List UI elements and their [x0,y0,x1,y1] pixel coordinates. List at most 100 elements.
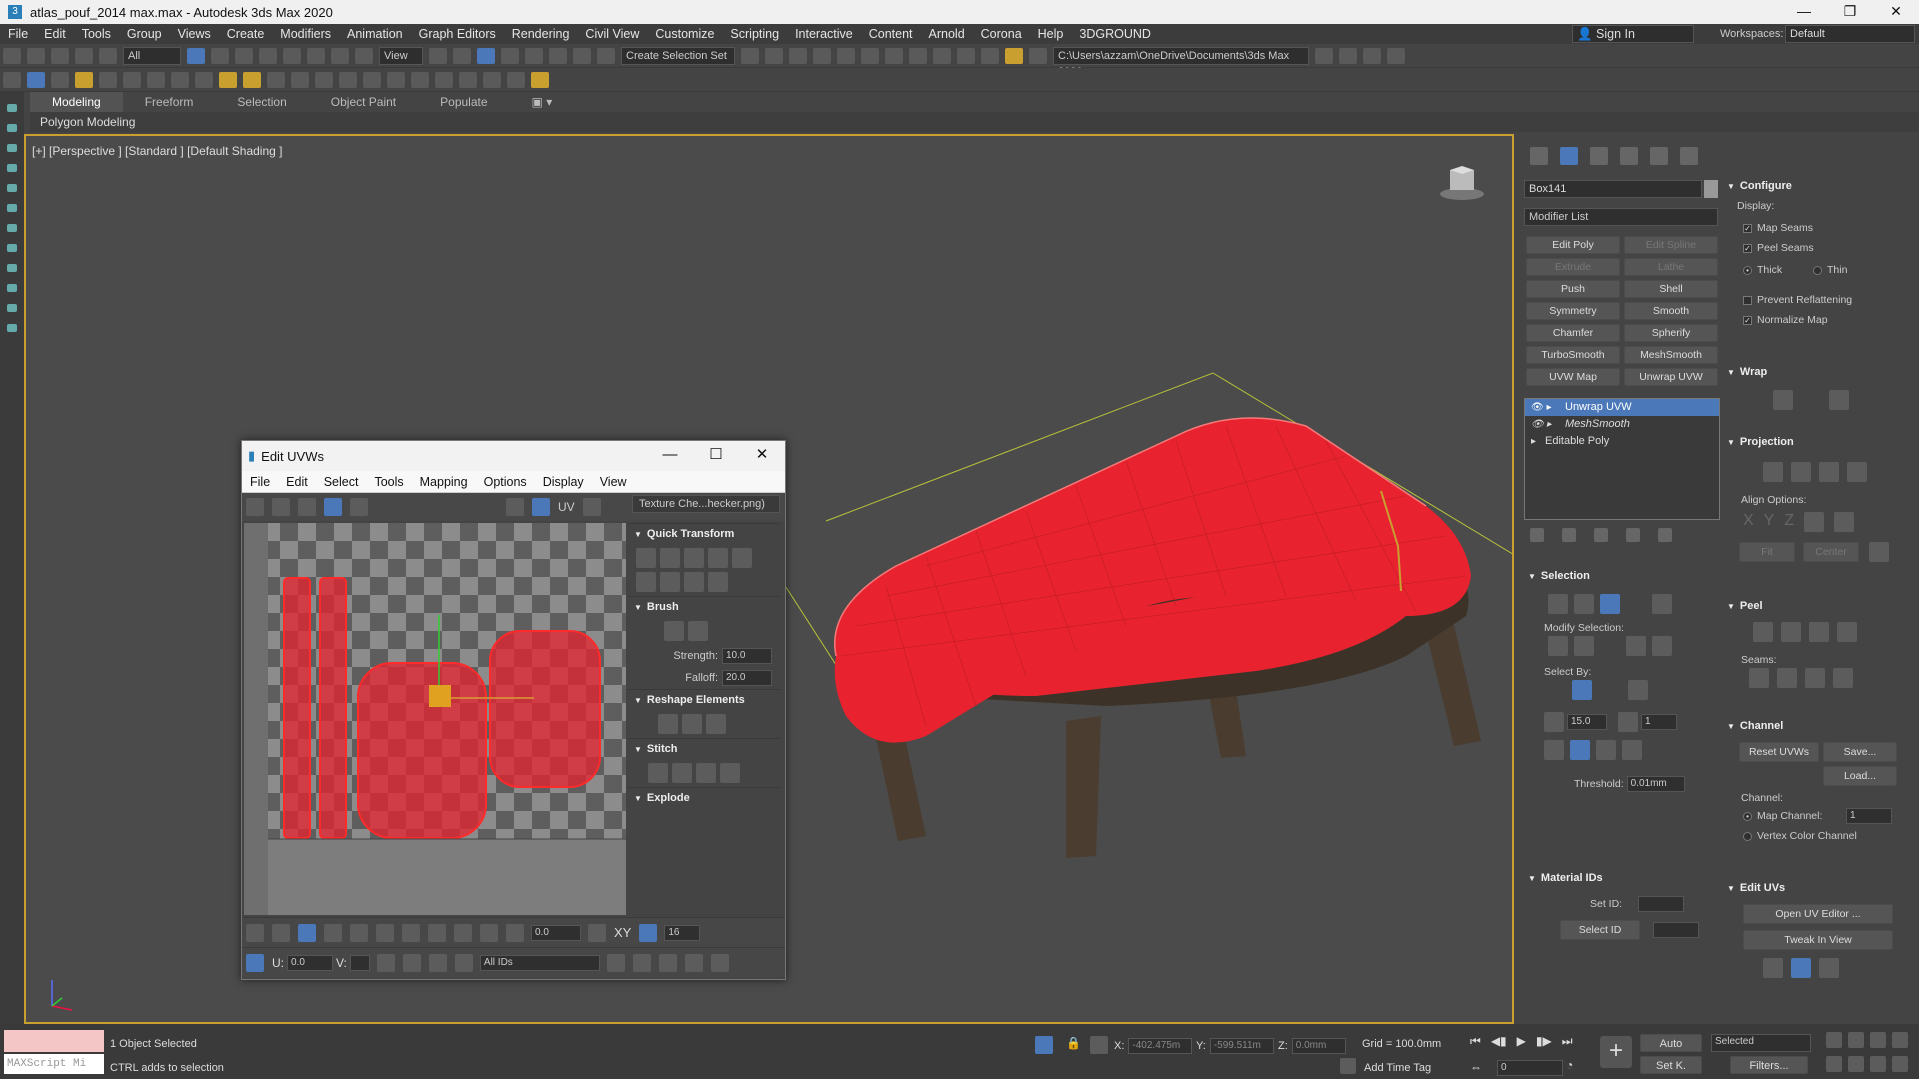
uv-rotate-icon[interactable] [272,498,290,516]
y-field[interactable]: -599.511m [1209,1038,1274,1054]
spline-icon[interactable] [267,71,285,88]
ref-coord-dropdown[interactable]: View [379,46,423,65]
sun-icon[interactable] [219,71,237,88]
loop-selection-icon[interactable] [1652,636,1672,656]
uv-menu-edit[interactable]: Edit [278,475,316,489]
lock-selection-icon[interactable]: 🔒 [1066,1036,1081,1050]
reset-peel-icon[interactable] [1809,622,1829,642]
peel-mode-icon[interactable] [1781,622,1801,642]
select-move-icon[interactable] [283,47,301,64]
maxscript-listener[interactable] [4,1030,104,1052]
camera-tool-icon[interactable] [7,224,17,232]
uv-menu-file[interactable]: File [242,475,278,489]
light-tool-icon[interactable] [7,204,17,212]
xy-label[interactable]: XY [614,925,631,940]
projection-rollout[interactable]: Projection [1727,436,1794,448]
edit-uvs-rollout[interactable]: Edit UVs [1727,882,1785,894]
polygon-select-icon[interactable] [1600,594,1620,614]
uv-menu-display[interactable]: Display [535,475,592,489]
select-x-icon[interactable] [1570,740,1590,760]
utilities-tab-icon[interactable] [1680,147,1698,165]
tab-object-paint[interactable]: Object Paint [309,95,418,109]
uv-texture-icon[interactable] [582,498,601,516]
lathe-button[interactable]: Lathe [1624,258,1718,276]
spacewarp-tool-icon[interactable] [7,284,17,292]
menu-animation[interactable]: Animation [339,27,411,41]
container-icon[interactable] [27,71,45,88]
straighten-icon[interactable] [658,714,678,734]
unwrap-uvw-button[interactable]: Unwrap UVW [1624,368,1718,386]
scissors-icon[interactable] [1029,47,1047,64]
normalize-map-checkbox[interactable]: ✓ Normalize Map [1743,310,1828,330]
grid-tool-icon[interactable] [7,184,17,192]
select-object-icon[interactable] [187,47,205,64]
edge-mode-icon[interactable] [272,923,290,942]
zoom-extents-all-icon[interactable] [1892,1032,1908,1048]
uv-close-button[interactable]: ✕ [739,441,785,471]
make-unique-icon[interactable] [1594,528,1608,542]
select-id-field[interactable] [1653,922,1699,938]
reset-uvws-button[interactable]: Reset UVWs [1739,742,1819,762]
render-setup-icon[interactable] [933,47,951,64]
shrink-icon[interactable] [376,923,394,942]
help-icon[interactable] [483,71,501,88]
curve-editor-icon[interactable] [861,47,879,64]
selection-filter-dropdown[interactable]: All [123,46,181,65]
load-button[interactable]: Load... [1823,766,1897,786]
layer-explorer-icon[interactable] [813,47,831,64]
archive-icon[interactable] [1387,47,1405,64]
zoom-nav-icon[interactable] [1826,1032,1842,1048]
select-scale-icon[interactable] [331,47,349,64]
menu-graph-editors[interactable]: Graph Editors [411,27,504,41]
u-field[interactable]: 0.0 [287,954,333,971]
stitch-average-icon[interactable] [672,763,692,783]
uv-menu-options[interactable]: Options [476,475,535,489]
remove-modifier-icon[interactable] [1626,528,1640,542]
eye-icon[interactable]: 👁 ▸ [1531,416,1552,433]
brush-tool-icon[interactable] [7,164,17,172]
freeze-icon[interactable] [428,953,447,972]
select-overlap-icon[interactable] [1544,740,1564,760]
edit-spline-button[interactable]: Edit Spline [1624,236,1718,254]
render-online-icon[interactable] [1005,47,1023,64]
snap-toggle-icon[interactable] [501,47,519,64]
paint-brush-icon[interactable] [664,621,684,641]
uv-mirror-icon[interactable] [350,498,368,516]
hide-icon[interactable] [402,953,421,972]
object-name-field[interactable]: Box141 [1524,180,1702,198]
planar-angle-icon[interactable] [1544,712,1564,732]
tweak-icon[interactable] [1791,958,1811,978]
shell-button[interactable]: Shell [1624,280,1718,298]
threshold-field[interactable]: 0.01mm [1626,776,1685,792]
space-icon[interactable] [732,548,752,568]
ids-dropdown[interactable]: All IDs [479,954,600,971]
tab-freeform[interactable]: Freeform [123,95,216,109]
helper-tool-icon[interactable] [7,264,17,272]
align-y-button[interactable]: Y [1764,512,1775,532]
grid-icon[interactable] [3,71,21,88]
key-selected-dropdown[interactable]: Selected [1711,1034,1811,1052]
selection-rollout[interactable]: Selection [1528,570,1590,582]
unlink-icon[interactable] [75,47,93,64]
spline-map-icon[interactable] [1773,390,1793,410]
menu-tools[interactable]: Tools [74,27,119,41]
grid-spinner[interactable]: 16 [664,924,701,941]
pin-icon[interactable] [531,71,549,88]
select-rotate-icon[interactable] [307,47,325,64]
planar-angle-field[interactable]: 15.0 [1567,714,1607,730]
zoom-region-icon[interactable] [658,953,677,972]
project-folder-icon[interactable] [1315,47,1333,64]
save-button[interactable]: Save... [1823,742,1897,762]
display-tab-icon[interactable] [1650,147,1668,165]
align-x-icon[interactable] [636,572,656,592]
absolute-mode-icon[interactable] [246,953,264,972]
loop-icon[interactable] [428,923,446,942]
pan-view-icon[interactable] [1848,1056,1864,1072]
box-icon[interactable] [51,71,69,88]
save-folder-icon[interactable] [1363,47,1381,64]
stack-item-meshsmooth[interactable]: 👁 ▸ MeshSmooth [1525,416,1719,433]
percent-snap-icon[interactable] [549,47,567,64]
system-tool-icon[interactable] [7,304,17,312]
add-time-tag[interactable]: Add Time Tag [1364,1062,1431,1074]
close-button[interactable]: ✕ [1873,0,1919,24]
